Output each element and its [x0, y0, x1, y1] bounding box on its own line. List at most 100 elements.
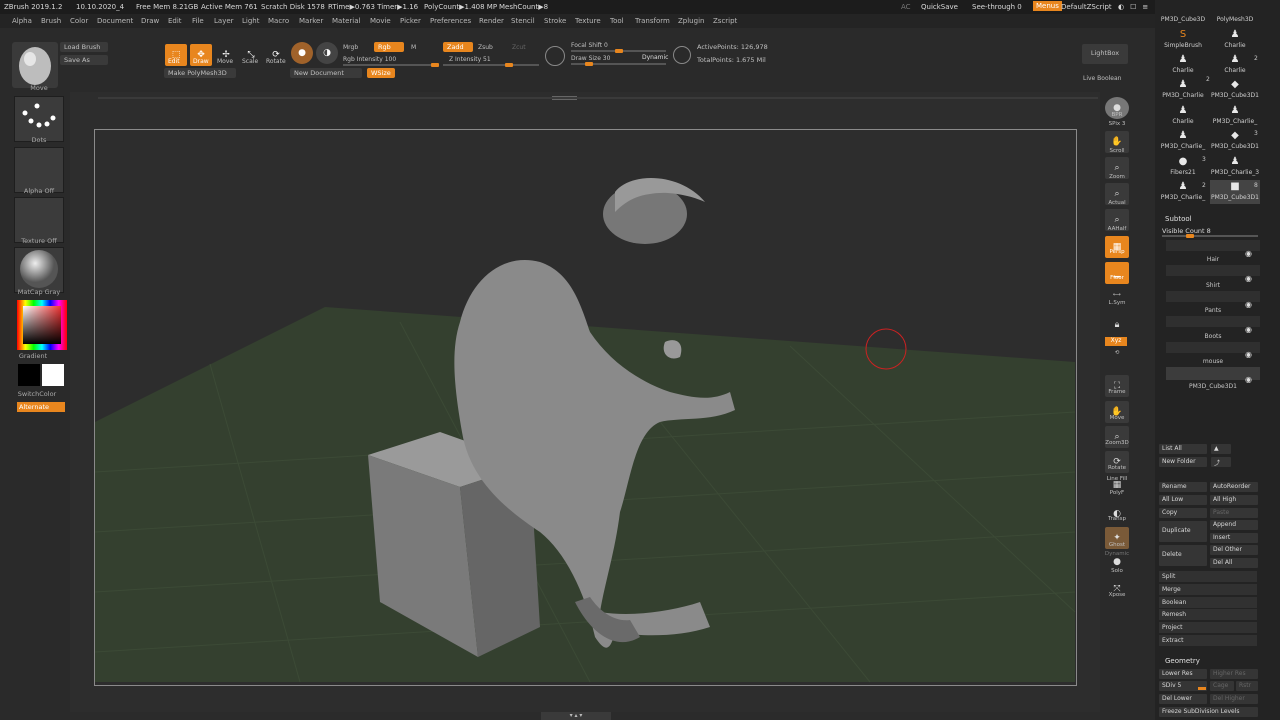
- default-zscript[interactable]: DefaultZScript: [1061, 3, 1112, 11]
- cage-button[interactable]: Cage: [1210, 681, 1234, 691]
- duplicate-button[interactable]: Duplicate: [1159, 521, 1207, 542]
- menu-draw[interactable]: Draw: [141, 17, 159, 25]
- tool-tile[interactable]: ♟ PM3D_Charlie_3: [1210, 155, 1260, 179]
- bottom-tray-toggle[interactable]: ▾ ▴ ▾: [541, 712, 611, 720]
- xyz-button[interactable]: Xyz: [1105, 337, 1127, 346]
- make-polymesh-button[interactable]: Make PolyMesh3D: [164, 68, 236, 78]
- wsize-button[interactable]: WSize: [367, 68, 395, 78]
- main-color-swatch[interactable]: [18, 364, 40, 386]
- menu-zplugin[interactable]: Zplugin: [678, 17, 704, 25]
- merge-section[interactable]: Merge: [1159, 584, 1257, 595]
- rotate-axis-icon[interactable]: ⟲: [1100, 350, 1134, 356]
- material-sphere-button[interactable]: ●: [291, 42, 313, 64]
- menu-render[interactable]: Render: [479, 17, 504, 25]
- solo-button[interactable]: ●: [1105, 556, 1129, 568]
- rgb-button[interactable]: Rgb: [374, 42, 404, 52]
- append-button[interactable]: Append: [1210, 520, 1258, 530]
- rstr-button[interactable]: Rstr: [1236, 681, 1258, 691]
- autoreorder-button[interactable]: AutoReorder: [1210, 482, 1258, 492]
- menus-button[interactable]: Menus: [1033, 1, 1062, 11]
- menu-edit[interactable]: Edit: [168, 17, 182, 25]
- tool-tile[interactable]: ♟ Charlie: [1158, 53, 1208, 77]
- zcut-button[interactable]: Zcut: [512, 44, 526, 51]
- menu-file[interactable]: File: [192, 17, 204, 25]
- menu-tool[interactable]: Tool: [610, 17, 624, 25]
- all-high-button[interactable]: All High: [1210, 495, 1258, 505]
- tool-tile[interactable]: ◆ PM3D_Cube3D1: [1210, 129, 1260, 153]
- draw-size-slider[interactable]: [571, 62, 666, 66]
- subtool-title[interactable]: Subtool: [1165, 215, 1192, 223]
- polyf-button[interactable]: ▦: [1105, 480, 1129, 490]
- extract-section[interactable]: Extract: [1159, 635, 1257, 646]
- tool-tile[interactable]: ● Fibers21: [1158, 155, 1208, 179]
- menu-document[interactable]: Document: [97, 17, 133, 25]
- tool-tile[interactable]: PolyMesh3D: [1210, 2, 1260, 26]
- tool-tile[interactable]: ◆ PM3D_Cube3D1: [1210, 78, 1260, 102]
- menu-layer[interactable]: Layer: [214, 17, 234, 25]
- paste-button[interactable]: Paste: [1210, 508, 1258, 518]
- tool-tile[interactable]: ♟ PM3D_Charlie_: [1210, 104, 1260, 128]
- color-picker[interactable]: [17, 300, 67, 350]
- menu-movie[interactable]: Movie: [370, 17, 391, 25]
- tool-tile-selected[interactable]: ■ PM3D_Cube3D1: [1210, 180, 1260, 204]
- remesh-section[interactable]: Remesh: [1159, 609, 1257, 620]
- lower-res-button[interactable]: Lower Res: [1159, 669, 1207, 679]
- arrow-up-icon[interactable]: ▲: [1211, 444, 1231, 454]
- lock-button[interactable]: 🔒︎: [1105, 314, 1129, 336]
- higher-res-button[interactable]: Higher Res: [1210, 669, 1258, 679]
- menu-material[interactable]: Material: [332, 17, 360, 25]
- focal-shift-slider[interactable]: [571, 49, 666, 53]
- m-button[interactable]: M: [411, 44, 416, 51]
- rename-button[interactable]: Rename: [1159, 482, 1207, 492]
- tool-tile[interactable]: ♟ Charlie: [1158, 104, 1208, 128]
- see-through-slider[interactable]: See-through 0: [972, 3, 1022, 11]
- menu-zscript[interactable]: Zscript: [713, 17, 737, 25]
- texture-sphere-button[interactable]: ◑: [316, 42, 338, 64]
- save-as-button[interactable]: Save As: [60, 55, 108, 65]
- window-controls[interactable]: ◐☐≡: [1118, 3, 1154, 11]
- zsub-button[interactable]: Zsub: [478, 44, 493, 51]
- menu-stroke[interactable]: Stroke: [544, 17, 566, 25]
- split-section[interactable]: Split: [1159, 571, 1257, 582]
- rgb-intensity-slider[interactable]: [343, 63, 439, 67]
- arrow-move-icon[interactable]: ⤴: [1211, 457, 1231, 467]
- tool-tile[interactable]: ♟ Charlie: [1210, 28, 1260, 52]
- new-document-button[interactable]: New Document: [290, 68, 362, 78]
- visible-count-slider[interactable]: [1162, 234, 1258, 238]
- zadd-button[interactable]: Zadd: [443, 42, 473, 52]
- all-low-button[interactable]: All Low: [1159, 495, 1207, 505]
- sdiv-slider-handle[interactable]: [1198, 687, 1206, 690]
- geometry-title[interactable]: Geometry: [1165, 657, 1200, 665]
- mrgb-button[interactable]: Mrgb: [343, 44, 358, 51]
- copy-button[interactable]: Copy: [1159, 508, 1207, 518]
- tool-tile[interactable]: ♟ Charlie: [1210, 53, 1260, 77]
- del-other-button[interactable]: Del Other: [1210, 545, 1258, 555]
- project-section[interactable]: Project: [1159, 622, 1257, 633]
- live-boolean-button[interactable]: Live Boolean: [1083, 75, 1121, 82]
- tool-tile[interactable]: S SimpleBrush: [1158, 28, 1208, 52]
- switchcolor-button[interactable]: SwitchColor: [0, 390, 76, 398]
- lsym-button[interactable]: ⟷: [1100, 292, 1134, 298]
- tool-tile[interactable]: ♟ PM3D_Charlie: [1158, 78, 1208, 102]
- z-intensity-slider[interactable]: [443, 63, 539, 67]
- tool-tile[interactable]: PM3D_Cube3D: [1158, 2, 1208, 26]
- list-all-button[interactable]: List All: [1159, 444, 1207, 454]
- load-brush-button[interactable]: Load Brush: [60, 42, 108, 52]
- del-all-button[interactable]: Del All: [1210, 558, 1258, 568]
- tool-tile[interactable]: ♟ PM3D_Charlie_: [1158, 180, 1208, 204]
- menu-transform[interactable]: Transform: [635, 17, 670, 25]
- eye-icon[interactable]: ◉ ◉ ◉ ◉ ◉ ◉: [1245, 241, 1252, 393]
- menu-light[interactable]: Light: [242, 17, 259, 25]
- material-thumbnail[interactable]: [14, 247, 64, 293]
- freeze-subdivision-button[interactable]: Freeze SubDivision Levels: [1159, 707, 1258, 717]
- new-folder-button[interactable]: New Folder: [1159, 457, 1207, 467]
- menu-texture[interactable]: Texture: [575, 17, 601, 25]
- menu-macro[interactable]: Macro: [268, 17, 289, 25]
- dynamic-button[interactable]: Dynamic: [642, 54, 668, 61]
- menu-alpha[interactable]: Alpha: [12, 17, 32, 25]
- insert-button[interactable]: Insert: [1210, 533, 1258, 543]
- secondary-color-swatch[interactable]: [42, 364, 64, 386]
- spix-label[interactable]: SPix 3: [1100, 121, 1134, 127]
- menu-brush[interactable]: Brush: [41, 17, 61, 25]
- delete-button[interactable]: Delete: [1159, 545, 1207, 566]
